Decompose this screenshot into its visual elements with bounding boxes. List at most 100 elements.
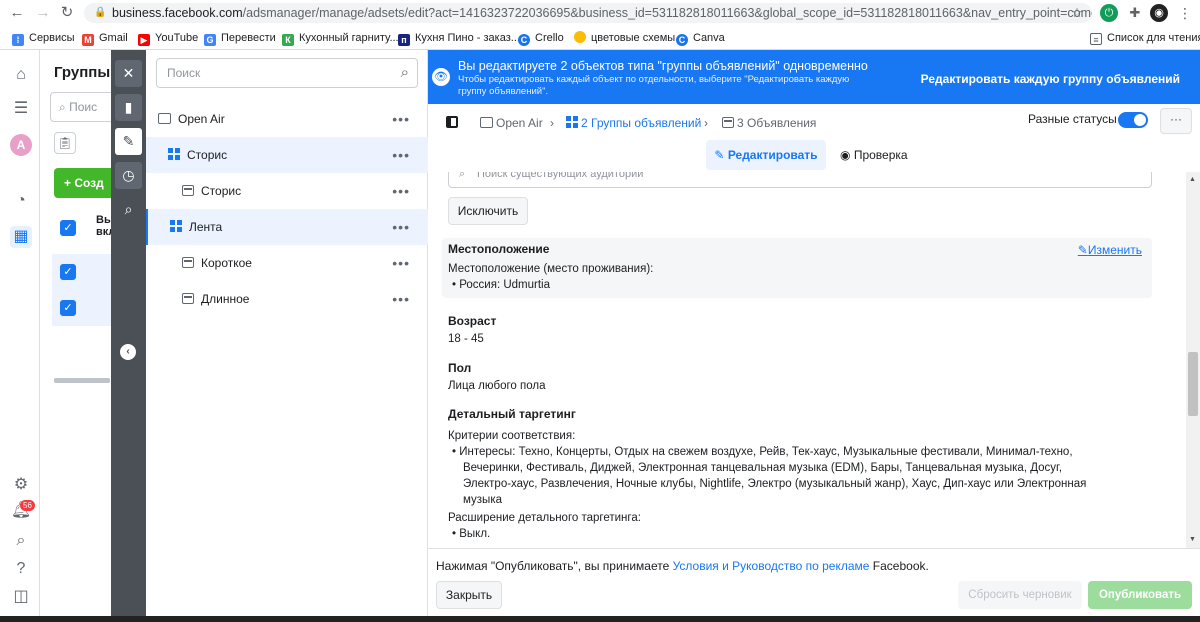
more-options-icon[interactable]: ••• <box>392 173 410 209</box>
more-options-icon[interactable]: ••• <box>392 137 410 173</box>
editor-tool-strip: ✕ ▮ ✎ ◷ ⌕ ‹ <box>111 50 146 622</box>
address-bar[interactable]: 🔒 business.facebook.com/adsmanager/manag… <box>84 3 1092 23</box>
account-avatar[interactable]: A <box>10 134 32 156</box>
close-button[interactable]: Закрыть <box>436 581 502 609</box>
zoom-search-icon[interactable]: ⌕ <box>115 196 142 223</box>
search-icon: ⌕ <box>400 64 409 81</box>
tree-item-ad[interactable]: Длинное ••• <box>146 281 428 317</box>
reading-list[interactable]: ≡ Список для чтения <box>1090 31 1200 45</box>
age-value: 18 - 45 <box>448 333 484 345</box>
status-toggle[interactable] <box>1118 112 1148 128</box>
dashboard-gauge-icon[interactable]: ◔ <box>10 190 32 212</box>
bookmark-youtube[interactable]: ▶ YouTube <box>138 31 198 46</box>
scroll-down-icon[interactable]: ▼ <box>1189 536 1196 543</box>
reload-icon[interactable]: ↻ <box>58 4 76 22</box>
location-edit-link[interactable]: ✎Изменить <box>1078 243 1142 257</box>
scrollbar-thumb[interactable] <box>1188 352 1198 416</box>
edit-pencil-icon[interactable]: ✎ <box>115 128 142 155</box>
close-editor-icon[interactable]: ✕ <box>115 60 142 87</box>
more-options-icon[interactable]: ••• <box>392 281 410 317</box>
bookmark-pino[interactable]: п Кухня Пино - заказ... <box>398 31 520 46</box>
scroll-up-icon[interactable]: ▲ <box>1189 176 1196 183</box>
campaign-panel: Группы ⌕ Поис 📋︎ + Созд ✓ Вы вкл ✓ ✓ <box>40 50 124 622</box>
back-arrow-icon[interactable]: ← <box>8 4 26 22</box>
forward-arrow-icon[interactable]: → <box>34 4 52 22</box>
star-icon[interactable]: ☆ <box>1068 4 1086 22</box>
age-heading: Возраст <box>448 314 497 328</box>
publish-button[interactable]: Опубликовать <box>1088 581 1192 609</box>
chart-icon[interactable]: ▮ <box>115 94 142 121</box>
report-panel-icon[interactable]: ◫ <box>10 586 32 608</box>
bookmark-color-schemes[interactable]: цветовые схемы <box>574 31 675 45</box>
bookmark-canva[interactable]: C Canva <box>676 31 725 46</box>
ads-manager-table-icon[interactable]: ▦ <box>10 226 32 248</box>
location-value: Россия: Udmurtia <box>452 278 550 293</box>
profile-avatar-icon[interactable]: ◉ <box>1150 4 1168 22</box>
pencil-icon: ✎ <box>714 148 728 162</box>
history-clock-icon[interactable]: ◷ <box>115 162 142 189</box>
panel-title: Группы <box>54 64 111 81</box>
more-options-button[interactable]: ··· <box>1160 108 1192 134</box>
browser-chrome: ← → ↻ 🔒 business.facebook.com/adsmanager… <box>0 0 1200 50</box>
bulk-edit-banner: 👁︎ Вы редактируете 2 объектов типа "груп… <box>428 50 1200 104</box>
horizontal-scrollbar[interactable] <box>54 378 110 383</box>
collapse-chevron-icon[interactable]: ‹ <box>120 344 136 360</box>
bookmark-crello[interactable]: C Crello <box>518 31 564 46</box>
editor-footer: Нажимая "Опубликовать", вы принимаете Ус… <box>428 548 1200 622</box>
editor-tabs: ✎ Редактировать ◉ Проверка <box>428 140 1200 172</box>
clipboard-icon[interactable]: 📋︎ <box>54 132 76 154</box>
extension-green-icon[interactable]: ⏻ <box>1100 4 1118 22</box>
chevron-right-icon: › <box>704 116 708 130</box>
table-row[interactable]: ✓ <box>52 254 112 290</box>
hamburger-menu-icon[interactable]: ☰ <box>10 98 32 120</box>
breadcrumb-ads[interactable]: 3 Объявления <box>722 116 816 130</box>
more-options-icon[interactable]: ••• <box>392 209 410 245</box>
terms-link[interactable]: Условия и Руководство по рекламе <box>673 559 870 573</box>
tree-item-ad[interactable]: Короткое ••• <box>146 245 428 281</box>
panel-toggle-icon[interactable] <box>446 116 458 128</box>
search-icon[interactable]: ⌕ <box>10 530 32 552</box>
table-row[interactable]: ✓ <box>52 290 112 326</box>
tab-edit[interactable]: ✎ Редактировать <box>706 140 826 170</box>
search-icon: ⌕ <box>459 172 466 180</box>
vertical-scrollbar[interactable]: ▲ ▼ <box>1186 172 1200 548</box>
reset-draft-button[interactable]: Сбросить черновик <box>958 581 1082 609</box>
breadcrumb-adsets[interactable]: 2 Группы объявлений <box>566 116 701 130</box>
edit-each-adset-button[interactable]: Редактировать каждую группу объявлений <box>921 72 1180 86</box>
campaign-search-input[interactable]: ⌕ Поис <box>50 92 120 122</box>
home-icon[interactable]: ⌂ <box>10 64 32 86</box>
reading-list-icon: ≡ <box>1090 33 1102 45</box>
structure-tree: Поиск ⌕ Open Air ••• Сторис ••• Сторис ••• … <box>146 50 428 622</box>
browser-menu-icon[interactable]: ⋮ <box>1176 4 1194 22</box>
bookmark-kitchen[interactable]: К Кухонный гарниту... <box>282 31 399 46</box>
tab-review[interactable]: ◉ Проверка <box>840 140 930 170</box>
column-header: Вы вкл <box>96 214 116 238</box>
bookmark-gmail[interactable]: M Gmail <box>82 31 128 46</box>
extensions-puzzle-icon[interactable]: ✚ <box>1126 4 1144 22</box>
adset-grid-icon <box>170 220 182 232</box>
gender-heading: Пол <box>448 361 472 375</box>
tree-item-adset[interactable]: Сторис ••• <box>146 137 428 173</box>
select-all-checkbox[interactable]: ✓ <box>60 220 76 236</box>
audience-search-input[interactable]: ⌕ Поиск существующих аудиторий <box>448 172 1152 188</box>
ad-icon <box>182 185 194 196</box>
tree-search-input[interactable]: Поиск ⌕ <box>156 58 418 88</box>
terms-text: Нажимая "Опубликовать", вы принимаете Ус… <box>436 559 929 573</box>
youtube-icon: ▶ <box>138 34 150 46</box>
location-section: Местоположение ✎Изменить Местоположение … <box>442 238 1152 298</box>
adset-grid-icon <box>168 148 180 160</box>
tree-item-adset[interactable]: Лента ••• <box>146 209 428 245</box>
tree-item-ad[interactable]: Сторис ••• <box>146 173 428 209</box>
more-options-icon[interactable]: ••• <box>392 245 410 281</box>
bookmark-translate[interactable]: G Перевести <box>204 31 276 46</box>
translate-icon: G <box>204 34 216 46</box>
apps-icon: ⁞ <box>12 34 24 46</box>
exclude-button[interactable]: Исключить <box>448 197 528 225</box>
breadcrumb-campaign[interactable]: Open Air <box>480 116 543 130</box>
bookmark-apps[interactable]: ⁞ Сервисы <box>12 31 75 46</box>
help-icon[interactable]: ? <box>10 558 32 580</box>
settings-gear-icon[interactable]: ⚙ <box>10 474 32 496</box>
folder-icon <box>158 113 171 124</box>
more-options-icon[interactable]: ••• <box>392 101 410 137</box>
tree-item-campaign[interactable]: Open Air ••• <box>146 101 428 137</box>
